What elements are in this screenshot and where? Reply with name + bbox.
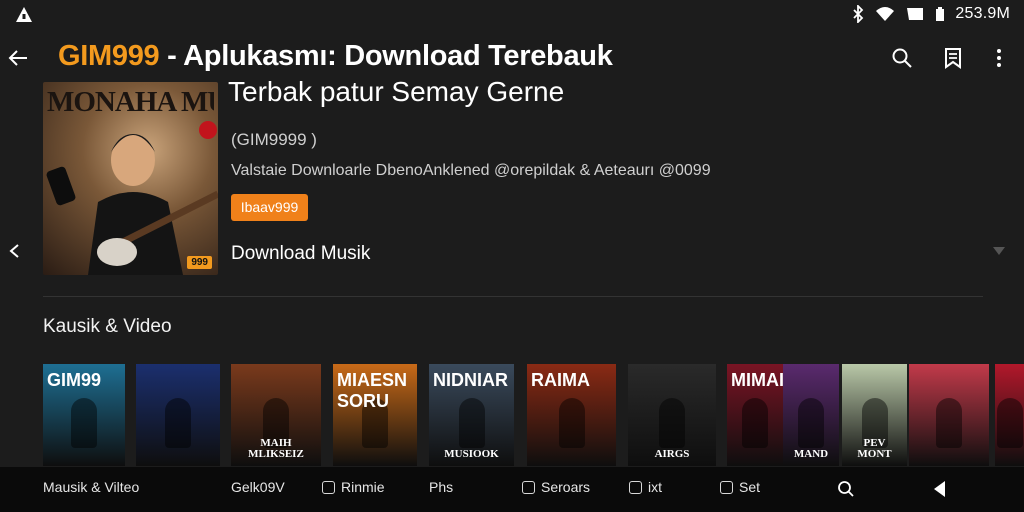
bottom-nav-item[interactable]: Set xyxy=(720,479,760,495)
media-card[interactable] xyxy=(909,364,989,466)
card-figure xyxy=(936,398,962,448)
bottom-nav-label: Phs xyxy=(429,479,454,495)
card-caption: PEV MONT xyxy=(857,437,892,460)
media-card[interactable] xyxy=(136,364,220,466)
media-card[interactable]: PEV MONT xyxy=(842,364,907,466)
card-figure xyxy=(458,398,485,448)
bottom-nav-item[interactable]: Seroars xyxy=(522,479,590,495)
media-card[interactable]: MAIH MLIKSEIZ xyxy=(231,364,321,466)
more-options-icon[interactable] xyxy=(987,46,1011,70)
page-subtitle: Terbak patur Semay Gerne xyxy=(228,76,565,107)
media-card[interactable]: MAND xyxy=(783,364,839,466)
card-figure xyxy=(659,398,685,448)
tag-button[interactable]: Ibaav999 xyxy=(231,194,308,221)
media-card[interactable]: NIDNIAR MUSIOOK xyxy=(429,364,514,466)
card-title: MIMAI xyxy=(731,370,783,390)
notification-icon xyxy=(16,7,32,22)
card-figure xyxy=(71,398,97,448)
checkbox-icon xyxy=(629,480,642,494)
bluetooth-icon xyxy=(853,5,864,23)
back-arrow-icon[interactable] xyxy=(6,46,30,70)
app-header: GIM999 - Aplukasmı: Download Terebauk xyxy=(0,38,1024,78)
poster-badge: 999 xyxy=(187,256,212,269)
media-card[interactable] xyxy=(995,364,1024,466)
card-title: RAIMA xyxy=(531,370,590,390)
card-title: MIAESN SORU xyxy=(337,370,408,411)
card-caption: AIRGS xyxy=(654,448,690,460)
card-figure xyxy=(165,398,191,448)
checkbox-icon xyxy=(720,480,733,494)
divider xyxy=(43,296,983,297)
checkbox-icon xyxy=(322,480,335,494)
album-poster[interactable]: MONAHA MUISE 999 xyxy=(43,82,218,275)
app-description: Valstaie Downloarle DbenoAnklened @orepi… xyxy=(231,162,711,179)
card-caption: MAND xyxy=(793,448,829,460)
media-card[interactable]: GIM99 xyxy=(43,364,125,466)
card-caption: MUSIOOK xyxy=(444,448,499,460)
brand-name: GIM999 xyxy=(58,40,160,72)
bottom-nav-item[interactable]: ixt xyxy=(629,479,662,495)
card-title: NIDNIAR xyxy=(433,370,508,390)
card-title: GIM99 xyxy=(47,370,102,390)
card-caption: MAIH MLIKSEIZ xyxy=(248,437,304,460)
bottom-nav-item[interactable]: Rinmie xyxy=(322,479,385,495)
bookmark-icon[interactable] xyxy=(941,46,965,70)
search-icon[interactable] xyxy=(890,46,914,70)
bottom-nav-item[interactable]: Gelk09V xyxy=(231,479,285,495)
bottom-nav-item[interactable]: Phs xyxy=(429,479,453,495)
bottom-nav: Mausik & Vilteo Gelk09V Rinmie Phs Seroars ix… xyxy=(0,467,1024,512)
card-figure xyxy=(798,398,824,448)
bottom-nav-item[interactable]: Mausik & Vilteo xyxy=(43,479,139,495)
bottom-nav-label: Seroars xyxy=(541,479,591,495)
section-title: Kausik & Video xyxy=(43,316,172,337)
download-label[interactable]: Download Musik xyxy=(231,243,370,265)
media-card[interactable]: AIRGS xyxy=(628,364,716,466)
bottom-nav-label: ixt xyxy=(648,479,662,495)
play-back-icon[interactable] xyxy=(930,479,950,499)
card-figure xyxy=(996,398,1023,448)
signal-icon xyxy=(907,8,924,20)
card-figure xyxy=(558,398,585,448)
app-handle: (GIM9999 ) xyxy=(231,130,317,149)
media-card[interactable]: RAIMA xyxy=(527,364,616,466)
card-figure xyxy=(742,398,768,448)
status-time: 253.9M xyxy=(955,5,1010,22)
status-bar: 253.9M xyxy=(0,0,1024,30)
bottom-nav-label: Set xyxy=(739,479,761,495)
media-card[interactable]: MIMAI xyxy=(727,364,783,466)
chevron-down-icon[interactable] xyxy=(992,245,1006,257)
bottom-nav-label: Gelk09V xyxy=(231,479,285,495)
search-icon[interactable] xyxy=(836,479,856,499)
battery-icon xyxy=(936,7,945,21)
guitarist-illustration xyxy=(46,121,218,275)
bottom-nav-label: Mausik & Vilteo xyxy=(43,479,140,495)
page-title: GIM999 - Aplukasmı: Download Terebauk xyxy=(58,40,613,73)
media-card[interactable]: MIAESN SORU xyxy=(333,364,417,466)
media-carousel[interactable]: GIM99 MAIH MLIKSEIZ MIAESN SORU NIDNIAR MUSI… xyxy=(43,364,1024,466)
title-text: - Aplukasmı: Download Terebauk xyxy=(159,40,613,72)
chevron-left-icon[interactable] xyxy=(6,242,24,260)
checkbox-icon xyxy=(522,480,535,494)
wifi-icon xyxy=(876,7,895,21)
bottom-nav-label: Rinmie xyxy=(341,479,385,495)
